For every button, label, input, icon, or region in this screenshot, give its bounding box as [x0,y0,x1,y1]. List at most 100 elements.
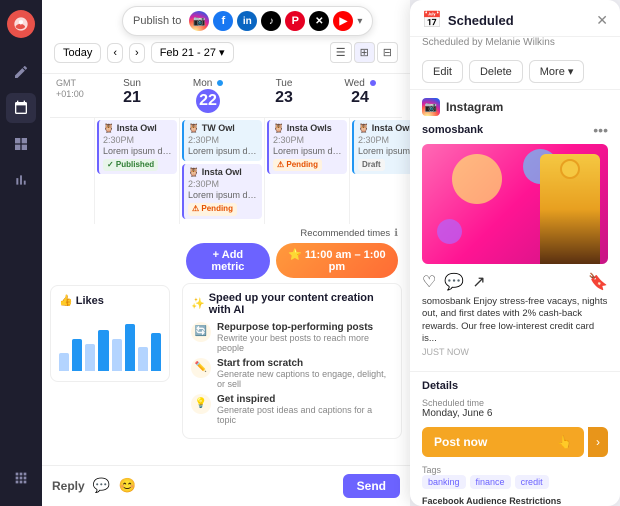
monday-event-1-name: 🦉 TW Owl [188,123,258,135]
sunday-num: 21 [96,89,168,107]
sunday-label: Sun [123,78,141,89]
sidebar-icon-chart[interactable] [6,165,36,195]
tag-credit[interactable]: credit [515,475,549,489]
main-calendar-area: Publish to 📷 f in ♪ P ✕ ▶ ▾ Today ‹ › Fe… [42,0,410,506]
youtube-icon[interactable]: ▶ [333,11,353,31]
ai-item-scratch[interactable]: ✏️ Start from scratch Generate new capti… [191,358,393,389]
tuesday-cell: 🦉 Insta Owls 2:30PM Lorem ipsum dole... … [264,118,349,224]
monday-label: Mon [193,78,223,89]
calendar-day-headers: GMT +01:00 Sun 21 Mon 22 Tue 23 Wed 24 [50,74,402,118]
comment-icon[interactable]: 💬 [444,272,464,292]
sunday-header: Sun 21 [94,74,170,117]
metrics-row: 👍 Likes Recommended times ℹ + Add metric… [42,224,410,443]
monday-event-2[interactable]: 🦉 Insta Owl 2:30PM Lorem ipsum dole... ⚠… [182,164,262,218]
today-button[interactable]: Today [54,43,101,63]
tag-banking[interactable]: banking [422,475,466,489]
delete-button[interactable]: Delete [469,60,523,83]
deco-circle-1 [452,154,502,204]
post-now-cursor-icon: 👆 [557,435,572,449]
list-view-button[interactable]: ☰ [330,42,352,63]
ai-item-inspired[interactable]: 💡 Get inspired Generate post ideas and c… [191,394,393,425]
likes-widget: 👍 Likes [50,285,170,382]
calendar-grid-section: GMT +01:00 Sun 21 Mon 22 Tue 23 Wed 24 [42,74,410,224]
view-toggle: ☰ ⊞ ⊟ [330,42,398,63]
panel-header: 📅 Scheduled ✕ [410,0,620,37]
more-button[interactable]: More ▾ [529,60,585,83]
wednesday-header: Wed 24 [322,74,398,117]
pinterest-icon[interactable]: P [285,11,305,31]
panel-subtitle: Scheduled by Melanie Wilkins [410,37,620,54]
facebook-icon[interactable]: f [213,11,233,31]
ai-repurpose-desc: Rewrite your best posts to reach more pe… [217,333,393,353]
ai-scratch-title: Start from scratch [217,358,393,369]
monday-event-2-time: 2:30PM [188,179,258,191]
monday-event-1[interactable]: 🦉 TW Owl 2:30PM Lorem ipsum dole... [182,120,262,161]
grid-view-button[interactable]: ⊞ [354,42,375,63]
logo[interactable] [7,10,35,38]
person-head [560,159,580,179]
ai-item-repurpose[interactable]: 🔄 Repurpose top-performing posts Rewrite… [191,322,393,353]
ai-widget: ✨ Speed up your content creation with AI… [182,283,402,439]
post-actions: ♡ 💬 ↗ 🔖 [422,272,608,292]
ai-scratch-desc: Generate new captions to engage, delight… [217,369,393,389]
calendar-body: 🦉 Insta Owl 2:30PM Lorem ipsum dole... ✓… [50,118,402,224]
tuesday-event-text: Lorem ipsum dole... [273,146,343,158]
heart-icon[interactable]: ♡ [422,272,436,292]
sidebar-icon-calendar[interactable] [6,93,36,123]
emoji-icon[interactable]: 😊 [119,477,137,495]
bar-8 [151,333,161,371]
scheduled-time-value: Monday, June 6 [422,408,608,419]
date-range-button[interactable]: Feb 21 - 27 ▾ [151,42,234,63]
chat-icon[interactable]: 💬 [93,477,111,495]
ai-repurpose-title: Repurpose top-performing posts [217,322,393,333]
tags-label: Tags [422,465,608,475]
bar-3 [85,344,95,370]
tag-finance[interactable]: finance [470,475,511,489]
sidebar-icon-edit[interactable] [6,57,36,87]
instagram-icon[interactable]: 📷 [189,11,209,31]
details-title: Details [422,380,608,392]
post-now-button[interactable]: Post now 👆 [422,427,584,457]
chat-bar: Reply 💬 😊 Send [42,465,410,506]
gmt-label: GMT +01:00 [54,74,94,117]
tuesday-num: 23 [248,89,320,107]
monday-event-2-name: 🦉 Insta Owl [188,167,258,179]
tiktok-icon[interactable]: ♪ [261,11,281,31]
post-image [422,144,608,264]
post-more-options[interactable]: ••• [593,122,608,138]
post-now-chevron-button[interactable]: › [588,427,608,457]
wednesday-status: Draft [358,159,385,171]
share-icon[interactable]: ↗ [472,272,485,292]
month-view-button[interactable]: ⊟ [377,42,398,63]
bookmark-icon[interactable]: 🔖 [588,272,608,292]
platform-row: 📷 Instagram [422,98,608,116]
likes-chart [59,313,161,373]
sunday-event[interactable]: 🦉 Insta Owl 2:30PM Lorem ipsum dole... ✓… [97,120,177,174]
person-figure [540,154,600,264]
instagram-section: 📷 Instagram somosbank ••• ♡ 💬 ↗ 🔖 somosb… [410,90,620,371]
publish-to-bar[interactable]: Publish to 📷 f in ♪ P ✕ ▶ ▾ [122,6,373,36]
monday-event-1-time: 2:30PM [188,135,258,147]
sidebar-icon-grid[interactable] [6,129,36,159]
next-button[interactable]: › [129,43,145,63]
add-metric-button[interactable]: + Add metric [186,243,270,279]
reply-button[interactable]: Reply [52,479,85,493]
send-button[interactable]: Send [343,474,400,498]
x-icon[interactable]: ✕ [309,11,329,31]
sidebar [0,0,42,506]
sidebar-icon-apps[interactable] [6,463,36,493]
close-button[interactable]: ✕ [596,12,608,29]
post-timestamp: JUST NOW [422,347,608,357]
monday-num: 22 [196,89,220,113]
edit-button[interactable]: Edit [422,60,463,83]
monday-status: ⚠ Pending [188,203,237,215]
panel-actions: Edit Delete More ▾ [410,54,620,90]
recommended-time-button[interactable]: ⭐ 11:00 am – 1:00 pm [276,243,398,278]
prev-button[interactable]: ‹ [107,43,123,63]
tuesday-event[interactable]: 🦉 Insta Owls 2:30PM Lorem ipsum dole... … [267,120,347,174]
linkedin-icon[interactable]: in [237,11,257,31]
sunday-event-time: 2:30PM [103,135,173,147]
more-platforms-button[interactable]: ▾ [357,16,362,27]
ai-widget-title: ✨ Speed up your content creation with AI [191,292,393,316]
calendar-toolbar: Today ‹ › Feb 21 - 27 ▾ ☰ ⊞ ⊟ [54,38,398,67]
